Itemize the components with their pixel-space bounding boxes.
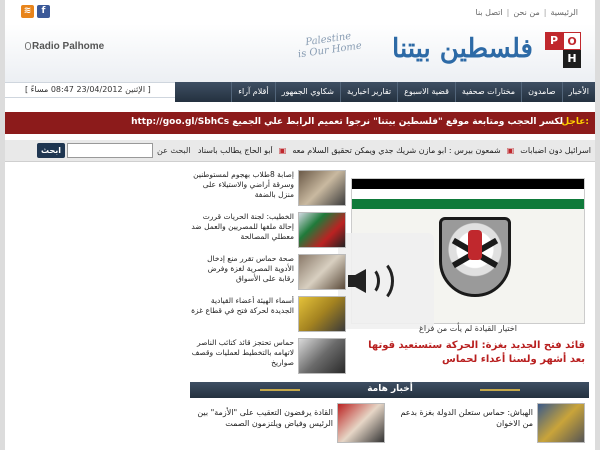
microphone-icon [25, 42, 31, 50]
ph-logo-o: O [563, 32, 581, 50]
news-thumbnail[interactable] [298, 338, 346, 374]
brand-arabic[interactable]: فلسطين بيتنا [392, 34, 534, 64]
breaking-label: عاجل: [561, 117, 589, 127]
news-headline[interactable]: إصابة 8طلاب بهجوم لمستوطنين وسرقة أراضي … [190, 170, 294, 210]
list-item[interactable]: إصابة 8طلاب بهجوم لمستوطنين وسرقة أراضي … [190, 170, 346, 210]
ticker-item[interactable]: شمعون بيرس : ابو مازن شريك جدي ويمكن تحق… [292, 146, 500, 155]
breaking-text[interactable]: لكسر الحجب ومتابعة موقع "فلسطين بيتنا" ن… [131, 117, 563, 127]
emblem-hand [468, 230, 482, 260]
main-nav: الأخبار صامدون مختارات صحفية قضية الاسبو… [175, 82, 595, 102]
separator: | [543, 8, 547, 17]
page: ≋ f الرئيسية | من نحن | اتصل بنا Radio P… [5, 0, 595, 450]
ticker-item[interactable]: اسرائيل دون اضبابات [520, 146, 591, 155]
list-item[interactable]: حماس تحتجز قائد كتائب الناصر لاتهامه بال… [190, 338, 346, 378]
important-news-header: أخبار هامة [190, 382, 589, 398]
news-headline[interactable]: الخطيب: لجنة الحريات قررت إحالة ملفها لل… [190, 212, 294, 252]
radio-logo-text: Radio Palhome [32, 41, 105, 52]
ticker-item[interactable]: أبو الحاج يطالب باسناد [198, 146, 273, 155]
search-button[interactable]: ابحث [37, 143, 65, 158]
site-header: Radio Palhome Palestine is Our Home فلسط… [5, 24, 595, 82]
lead-headline[interactable]: قائد فتح الجديد بغزة: الحركة ستستعيد قوت… [351, 339, 585, 367]
home-link[interactable]: الرئيسية [550, 8, 578, 17]
nav-press[interactable]: مختارات صحفية [454, 82, 521, 102]
search-label: البحث عن [157, 146, 191, 155]
nav-opinions[interactable]: أقلام آراء [231, 82, 274, 102]
nav-news[interactable]: الأخبار [561, 82, 595, 102]
lead-caption: اختيار القيادة لم يأت من فراغ [419, 324, 517, 333]
left-column [5, 170, 185, 450]
date-bar: [ الإثنين 23/04/2012 08:47 مساءً ] [5, 82, 175, 98]
news-thumbnail[interactable] [537, 403, 585, 443]
list-item[interactable]: الخطيب: لجنة الحريات قررت إحالة ملفها لل… [190, 212, 346, 252]
nav-reports[interactable]: تقارير اخبارية [339, 82, 397, 102]
ticker-bullet-icon: ▣ [506, 146, 515, 155]
social-links: ≋ f [21, 5, 50, 18]
list-item[interactable]: صحة حماس تقرر منع إدخال الأدوية المصرية … [190, 254, 346, 294]
nav-complaints[interactable]: شكاوي الجمهور [274, 82, 340, 102]
flag-stripe-black [352, 179, 584, 189]
ph-logo-p: P [545, 32, 563, 50]
flag-stripe-green [352, 199, 584, 209]
radio-logo[interactable]: Radio Palhome [25, 41, 104, 52]
news-ticker: اسرائيل دون اضبابات ▣ شمعون بيرس : ابو م… [197, 146, 591, 155]
ph-logo[interactable]: P O H [545, 32, 581, 68]
ticker-bullet-icon: ▣ [278, 146, 287, 155]
fatah-emblem [439, 217, 511, 297]
top-bar: ≋ f الرئيسية | من نحن | اتصل بنا [5, 0, 595, 24]
list-item[interactable]: أسماء الهيئة أعضاء القيادية الجديدة لحرك… [190, 296, 346, 336]
news-headline[interactable]: الهباش: حماس ستعلن الدولة بغزة بدعم من ا… [393, 407, 533, 429]
nav-samidoun[interactable]: صامدون [521, 82, 561, 102]
facebook-icon[interactable]: f [37, 5, 50, 18]
news-headline[interactable]: أسماء الهيئة أعضاء القيادية الجديدة لحرك… [190, 296, 294, 336]
date-text: [ الإثنين 23/04/2012 08:47 مساءً ] [25, 85, 151, 94]
ph-logo-h: H [563, 50, 581, 68]
news-headline[interactable]: صحة حماس تقرر منع إدخال الأدوية المصرية … [190, 254, 294, 294]
sound-wave-icon [360, 259, 394, 303]
news-thumbnail[interactable] [298, 296, 346, 332]
brand-english: Palestine is Our Home [296, 30, 362, 60]
news-headline[interactable]: حماس تحتجز قائد كتائب الناصر لاتهامه بال… [190, 338, 294, 378]
rss-icon[interactable]: ≋ [21, 5, 34, 18]
section-title: أخبار هامة [367, 384, 413, 394]
audio-overlay[interactable] [338, 233, 434, 329]
breaking-news-bar: عاجل: لكسر الحجب ومتابعة موقع "فلسطين بي… [5, 112, 595, 134]
search-input[interactable] [67, 143, 153, 158]
about-link[interactable]: من نحن [513, 8, 539, 17]
news-thumbnail[interactable] [337, 403, 385, 443]
flag-stripe-white [352, 189, 584, 199]
contact-link[interactable]: اتصل بنا [476, 8, 503, 17]
ticker-bar: ابحث البحث عن اسرائيل دون اضبابات ▣ شمعو… [5, 140, 595, 162]
news-headline[interactable]: القادة يرفضون التعقيب على "الأزمة" بين ا… [193, 407, 333, 429]
nav-week-issue[interactable]: قضية الاسبوع [397, 82, 455, 102]
separator: | [506, 8, 510, 17]
list-item[interactable]: الهباش: حماس ستعلن الدولة بغزة بدعم من ا… [395, 403, 585, 445]
top-links: الرئيسية | من نحن | اتصل بنا [476, 8, 578, 17]
news-thumbnail[interactable] [298, 170, 346, 206]
news-thumbnail[interactable] [298, 254, 346, 290]
list-item[interactable]: القادة يرفضون التعقيب على "الأزمة" بين ا… [195, 403, 385, 445]
news-thumbnail[interactable] [298, 212, 346, 248]
